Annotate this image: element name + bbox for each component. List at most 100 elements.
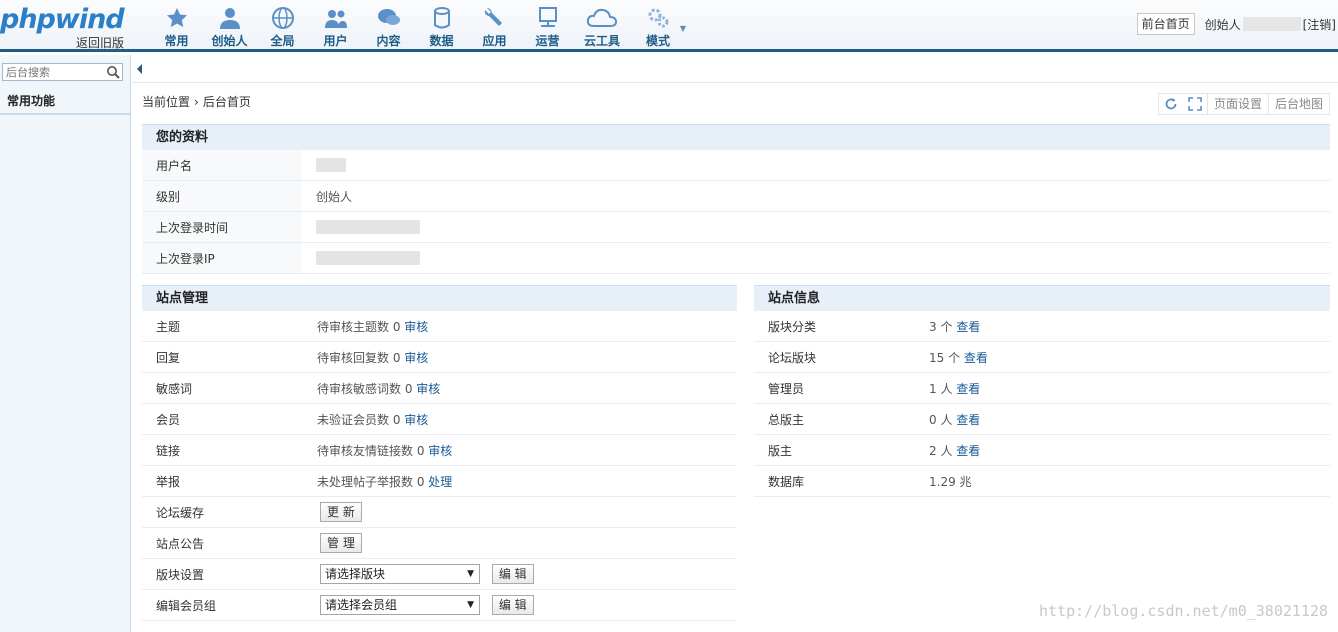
page-settings-link[interactable]: 页面设置 xyxy=(1206,94,1268,114)
table-row: 版块设置 请选择版块 ▼ 编 辑 xyxy=(142,559,737,590)
table-row: 会员 未验证会员数 0 审核 xyxy=(142,404,737,435)
search-icon[interactable] xyxy=(106,65,120,79)
view-link[interactable]: 查看 xyxy=(956,382,980,396)
globe-icon xyxy=(271,7,294,29)
review-link[interactable]: 审核 xyxy=(428,444,452,458)
row-value: 管 理 xyxy=(302,533,362,553)
nav-item-global[interactable]: 全局 xyxy=(256,0,309,52)
nav-item-mode[interactable]: 模式 ▼ xyxy=(630,0,686,52)
nav-item-operation[interactable]: 运营 xyxy=(521,0,574,52)
breadcrumb: 当前位置 › 后台首页 xyxy=(142,93,255,110)
main-nav: 常用 创始人 全局 用户 内容 数据 应用 运营 云工具 模式 ▼ xyxy=(150,0,686,52)
row-key: 版块设置 xyxy=(156,567,205,582)
refresh-icon[interactable] xyxy=(1159,94,1183,114)
row-key: 站点公告 xyxy=(156,536,205,551)
table-row: 论坛缓存 更 新 xyxy=(142,497,737,528)
user-icon xyxy=(219,8,240,29)
chevron-down-icon: ▼ xyxy=(467,600,474,610)
chevron-down-icon[interactable]: ▼ xyxy=(680,24,686,33)
nav-label: 内容 xyxy=(376,34,401,48)
review-link[interactable]: 审核 xyxy=(404,351,428,365)
table-row: 链接 待审核友情链接数 0 审核 xyxy=(142,435,737,466)
front-page-button[interactable]: 前台首页 xyxy=(1136,13,1195,35)
star-icon xyxy=(166,8,187,28)
nav-item-apps[interactable]: 应用 xyxy=(468,0,521,52)
site-manage-panel: 站点管理 主题 待审核主题数 0 审核 回复 待审核回复数 0 审核 敏感词 待… xyxy=(142,285,737,621)
row-key: 链接 xyxy=(156,443,181,458)
collapse-sidebar-icon[interactable] xyxy=(137,64,142,74)
nav-item-cloud[interactable]: 云工具 xyxy=(574,0,630,52)
row-value xyxy=(302,212,1330,242)
process-link[interactable]: 处理 xyxy=(428,475,452,489)
nav-item-founder[interactable]: 创始人 xyxy=(203,0,256,52)
site-map-link[interactable]: 后台地图 xyxy=(1267,94,1329,114)
nav-label: 全局 xyxy=(270,34,295,48)
redacted-value xyxy=(316,158,346,172)
row-key: 总版主 xyxy=(768,412,805,427)
gear-icon xyxy=(648,8,669,28)
nav-item-data[interactable]: 数据 xyxy=(415,0,468,52)
row-value: 1.29 兆 xyxy=(929,474,972,489)
logout-link[interactable]: [注销] xyxy=(1303,16,1336,33)
view-link[interactable]: 查看 xyxy=(964,351,988,365)
review-link[interactable]: 审核 xyxy=(404,320,428,334)
view-link[interactable]: 查看 xyxy=(956,444,980,458)
search-input[interactable] xyxy=(3,64,103,80)
review-link[interactable]: 审核 xyxy=(416,382,440,396)
database-icon xyxy=(433,7,450,29)
review-link[interactable]: 审核 xyxy=(404,413,428,427)
manage-notice-button[interactable]: 管 理 xyxy=(320,533,362,553)
nav-label: 应用 xyxy=(482,34,507,48)
nav-label: 运营 xyxy=(535,34,560,48)
monitor-icon xyxy=(538,7,557,27)
nav-item-common[interactable]: 常用 xyxy=(150,0,203,52)
chat-icon xyxy=(377,9,400,25)
redacted-value xyxy=(316,251,420,265)
row-value: 未处理帖子举报数 0 处理 xyxy=(317,474,453,489)
table-row: 版块分类 3 个 查看 xyxy=(754,311,1330,342)
site-manage-title: 站点管理 xyxy=(142,285,737,311)
sidebar-item-common-functions[interactable]: 常用功能 xyxy=(0,89,130,115)
edit-forum-button[interactable]: 编 辑 xyxy=(491,564,534,584)
row-value: 待审核敏感词数 0 审核 xyxy=(317,381,441,396)
nav-item-content[interactable]: 内容 xyxy=(362,0,415,52)
row-key: 数据库 xyxy=(768,474,805,489)
member-group-select[interactable]: 请选择会员组 ▼ xyxy=(320,595,480,615)
edit-group-button[interactable]: 编 辑 xyxy=(491,595,534,615)
nav-item-users[interactable]: 用户 xyxy=(309,0,362,52)
site-info-title: 站点信息 xyxy=(754,285,1330,311)
row-value: 3 个 查看 xyxy=(929,319,981,334)
forum-select[interactable]: 请选择版块 ▼ xyxy=(320,564,480,584)
logo[interactable]: phpwind 返回旧版 xyxy=(0,4,128,50)
breadcrumb-current[interactable]: 后台首页 xyxy=(203,95,251,109)
row-value: 请选择版块 ▼ 编 辑 xyxy=(302,564,534,584)
row-key: 敏感词 xyxy=(156,381,193,396)
row-key: 论坛版块 xyxy=(768,350,817,365)
row-value: 待审核回复数 0 审核 xyxy=(317,350,429,365)
view-link[interactable]: 查看 xyxy=(956,320,980,334)
table-row: 总版主 0 人 查看 xyxy=(754,404,1330,435)
view-link[interactable]: 查看 xyxy=(956,413,980,427)
nav-label: 模式 xyxy=(645,34,670,48)
logo-brand: phpwind xyxy=(0,4,125,35)
table-row: 上次登录IP xyxy=(142,243,1330,274)
fullscreen-icon[interactable] xyxy=(1183,94,1207,114)
table-row: 用户名 xyxy=(142,150,1330,181)
row-key: 论坛缓存 xyxy=(156,505,205,520)
table-row: 站点公告 管 理 xyxy=(142,528,737,559)
row-value: 更 新 xyxy=(302,502,362,522)
row-value: 0 人 查看 xyxy=(929,412,981,427)
row-key: 主题 xyxy=(156,319,181,334)
row-key: 管理员 xyxy=(768,381,805,396)
row-key: 级别 xyxy=(156,189,181,204)
nav-label: 用户 xyxy=(323,34,348,48)
row-value: 待审核友情链接数 0 审核 xyxy=(317,443,453,458)
breadcrumb-separator: › xyxy=(194,95,199,109)
row-key: 版主 xyxy=(768,443,793,458)
update-cache-button[interactable]: 更 新 xyxy=(320,502,362,522)
row-value: 2 人 查看 xyxy=(929,443,981,458)
back-to-old-version-link[interactable]: 返回旧版 xyxy=(76,34,124,51)
row-value xyxy=(302,243,1330,273)
table-row: 主题 待审核主题数 0 审核 xyxy=(142,311,737,342)
nav-label: 创始人 xyxy=(211,34,248,48)
